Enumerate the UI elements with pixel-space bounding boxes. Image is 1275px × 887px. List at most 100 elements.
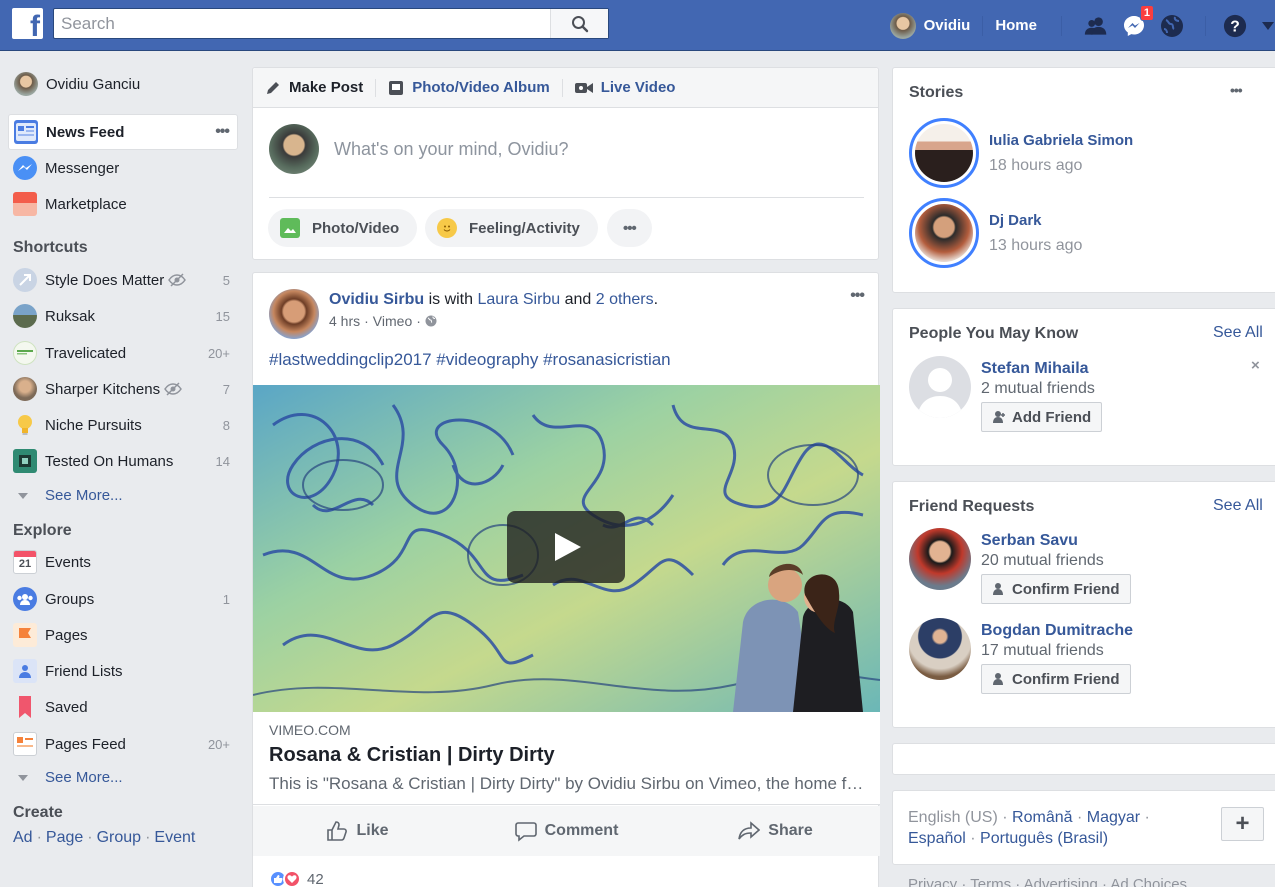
create-page-link[interactable]: Page — [46, 829, 83, 846]
add-friend-button[interactable]: Add Friend — [981, 402, 1103, 432]
search-input[interactable] — [61, 12, 541, 36]
action-label: Feeling/Activity — [469, 219, 580, 237]
post-author[interactable]: Ovidiu Sirbu — [329, 291, 424, 308]
tagged-person[interactable]: Laura Sirbu — [477, 291, 560, 308]
footer-advertising-link[interactable]: Advertising — [1024, 876, 1098, 887]
button-label: Confirm Friend — [1012, 670, 1120, 688]
explore-see-more[interactable]: See More... — [18, 769, 123, 786]
home-link[interactable]: Home — [983, 15, 1062, 36]
sidebar-item-label: Style Does Matter — [45, 271, 165, 289]
more-actions-button[interactable]: ••• — [607, 209, 652, 247]
avatar[interactable] — [909, 528, 971, 590]
sidebar-item-ruksak[interactable]: Ruksak 15 — [8, 298, 238, 334]
comment-button[interactable]: Comment — [462, 806, 671, 856]
mutual-friends[interactable]: 20 mutual friends — [981, 552, 1131, 570]
mutual-friends[interactable]: 2 mutual friends — [981, 380, 1102, 398]
sidebar-profile-link[interactable]: Ovidiu Ganciu — [14, 72, 140, 96]
facebook-logo[interactable]: f — [12, 8, 43, 39]
share-button[interactable]: Share — [671, 806, 880, 856]
more-options-icon[interactable]: ••• — [1230, 82, 1243, 98]
notification-count: 8 — [222, 417, 230, 433]
separator: · — [145, 829, 151, 846]
tagged-others[interactable]: 2 others — [596, 291, 654, 308]
reactions-summary[interactable]: 42 — [269, 870, 324, 887]
avatar[interactable] — [269, 289, 319, 339]
tab-make-post[interactable]: Make Post — [265, 78, 377, 97]
sidebar-item-events[interactable]: 21 Events — [8, 544, 238, 580]
person-name[interactable]: Bogdan Dumitrache — [981, 622, 1133, 640]
composer-placeholder[interactable]: What's on your mind, Ovidiu? — [334, 139, 569, 160]
create-event-link[interactable]: Event — [154, 829, 195, 846]
sidebar-item-label: Marketplace — [45, 195, 127, 213]
play-icon — [555, 533, 581, 561]
friend-requests-button[interactable] — [1084, 14, 1108, 38]
link-preview[interactable]: VIMEO.COM Rosana & Cristian | Dirty Dirt… — [253, 712, 880, 805]
footer-terms-link[interactable]: Terms — [970, 876, 1011, 887]
sidebar-item-travelicated[interactable]: Travelicated 20+ — [8, 335, 238, 371]
post-time[interactable]: 4 hrs — [329, 313, 360, 329]
globe-icon[interactable] — [425, 315, 437, 327]
link-source: VIMEO.COM — [269, 722, 351, 738]
create-ad-link[interactable]: Ad — [13, 829, 33, 846]
create-group-link[interactable]: Group — [97, 829, 141, 846]
notifications-button[interactable] — [1160, 14, 1184, 38]
globe-icon — [1161, 14, 1183, 37]
confirm-friend-button[interactable]: Confirm Friend — [981, 574, 1131, 604]
help-button[interactable]: ? — [1223, 14, 1247, 38]
person-name[interactable]: Stefan Mihaila — [981, 360, 1102, 378]
like-button[interactable]: Like — [253, 806, 462, 856]
search-button[interactable] — [550, 9, 608, 38]
more-options-icon[interactable]: ••• — [215, 123, 230, 141]
sidebar-item-news-feed[interactable]: News Feed ••• — [8, 114, 238, 150]
tab-live-video[interactable]: Live Video — [574, 79, 688, 97]
sidebar-item-tested-on-humans[interactable]: Tested On Humans 14 — [8, 443, 238, 479]
post-via[interactable]: Vimeo — [373, 313, 412, 329]
sidebar-item-friend-lists[interactable]: Friend Lists — [8, 653, 238, 689]
feeling-activity-button[interactable]: Feeling/Activity — [425, 209, 598, 247]
post-options-button[interactable]: ••• — [850, 287, 865, 305]
story-item[interactable]: Iulia Gabriela Simon 18 hours ago — [909, 118, 1133, 188]
footer-ad-choices-link[interactable]: Ad Choices — [1110, 876, 1187, 887]
story-item[interactable]: Dj Dark 13 hours ago — [909, 198, 1082, 268]
photo-video-button[interactable]: Photo/Video — [268, 209, 418, 247]
pymk-see-all-link[interactable]: See All — [1213, 324, 1263, 342]
sidebar-item-saved[interactable]: Saved — [8, 689, 238, 725]
video-player[interactable] — [253, 385, 880, 712]
default-avatar[interactable] — [909, 356, 971, 418]
composer-input-row[interactable]: What's on your mind, Ovidiu? — [269, 124, 569, 174]
language-portuguese[interactable]: Português (Brasil) — [980, 830, 1108, 847]
sidebar-item-niche-pursuits[interactable]: Niche Pursuits 8 — [8, 407, 238, 443]
person-name[interactable]: Serban Savu — [981, 532, 1131, 550]
friend-requests-see-all-link[interactable]: See All — [1213, 497, 1263, 515]
with-text: is with — [424, 291, 478, 308]
language-romanian[interactable]: Română — [1012, 809, 1072, 826]
tab-photo-video-album[interactable]: Photo/Video Album — [388, 78, 563, 97]
dismiss-icon[interactable]: × — [1251, 357, 1260, 374]
tab-label: Live Video — [600, 79, 676, 96]
footer-privacy-link[interactable]: Privacy — [908, 876, 957, 887]
language-english[interactable]: English (US) — [908, 809, 998, 826]
avatar[interactable] — [909, 618, 971, 680]
post-author-line: Ovidiu Sirbu is with Laura Sirbu and 2 o… — [329, 291, 658, 309]
top-navigation-bar: f Ovidiu Home 1 ? — [0, 0, 1275, 51]
play-button[interactable] — [507, 511, 625, 583]
language-spanish[interactable]: Español — [908, 830, 966, 847]
confirm-friend-button[interactable]: Confirm Friend — [981, 664, 1131, 694]
sidebar-item-marketplace[interactable]: Marketplace — [8, 186, 238, 222]
sidebar-item-sharper-kitchens[interactable]: Sharper Kitchens 7 — [8, 371, 238, 407]
account-menu-button[interactable] — [1261, 14, 1275, 38]
sidebar-item-style-does-matter[interactable]: Style Does Matter 5 — [8, 262, 238, 298]
profile-link[interactable]: Ovidiu — [889, 12, 984, 39]
sidebar-item-groups[interactable]: Groups 1 — [8, 581, 238, 617]
top-right-nav: Ovidiu Home 1 ? — [889, 0, 1275, 51]
language-hungarian[interactable]: Magyar — [1087, 809, 1140, 826]
shortcuts-see-more[interactable]: See More... — [18, 487, 123, 504]
mutual-friends[interactable]: 17 mutual friends — [981, 642, 1133, 660]
messages-button[interactable]: 1 — [1122, 4, 1154, 38]
sidebar-item-messenger[interactable]: Messenger — [8, 150, 238, 186]
sidebar-item-pages[interactable]: Pages — [8, 617, 238, 653]
post-actions-bar: Like Comment Share — [253, 806, 880, 856]
add-language-button[interactable]: + — [1221, 807, 1264, 841]
profile-name: Ovidiu — [923, 17, 971, 34]
sidebar-item-pages-feed[interactable]: Pages Feed 20+ — [8, 726, 238, 762]
